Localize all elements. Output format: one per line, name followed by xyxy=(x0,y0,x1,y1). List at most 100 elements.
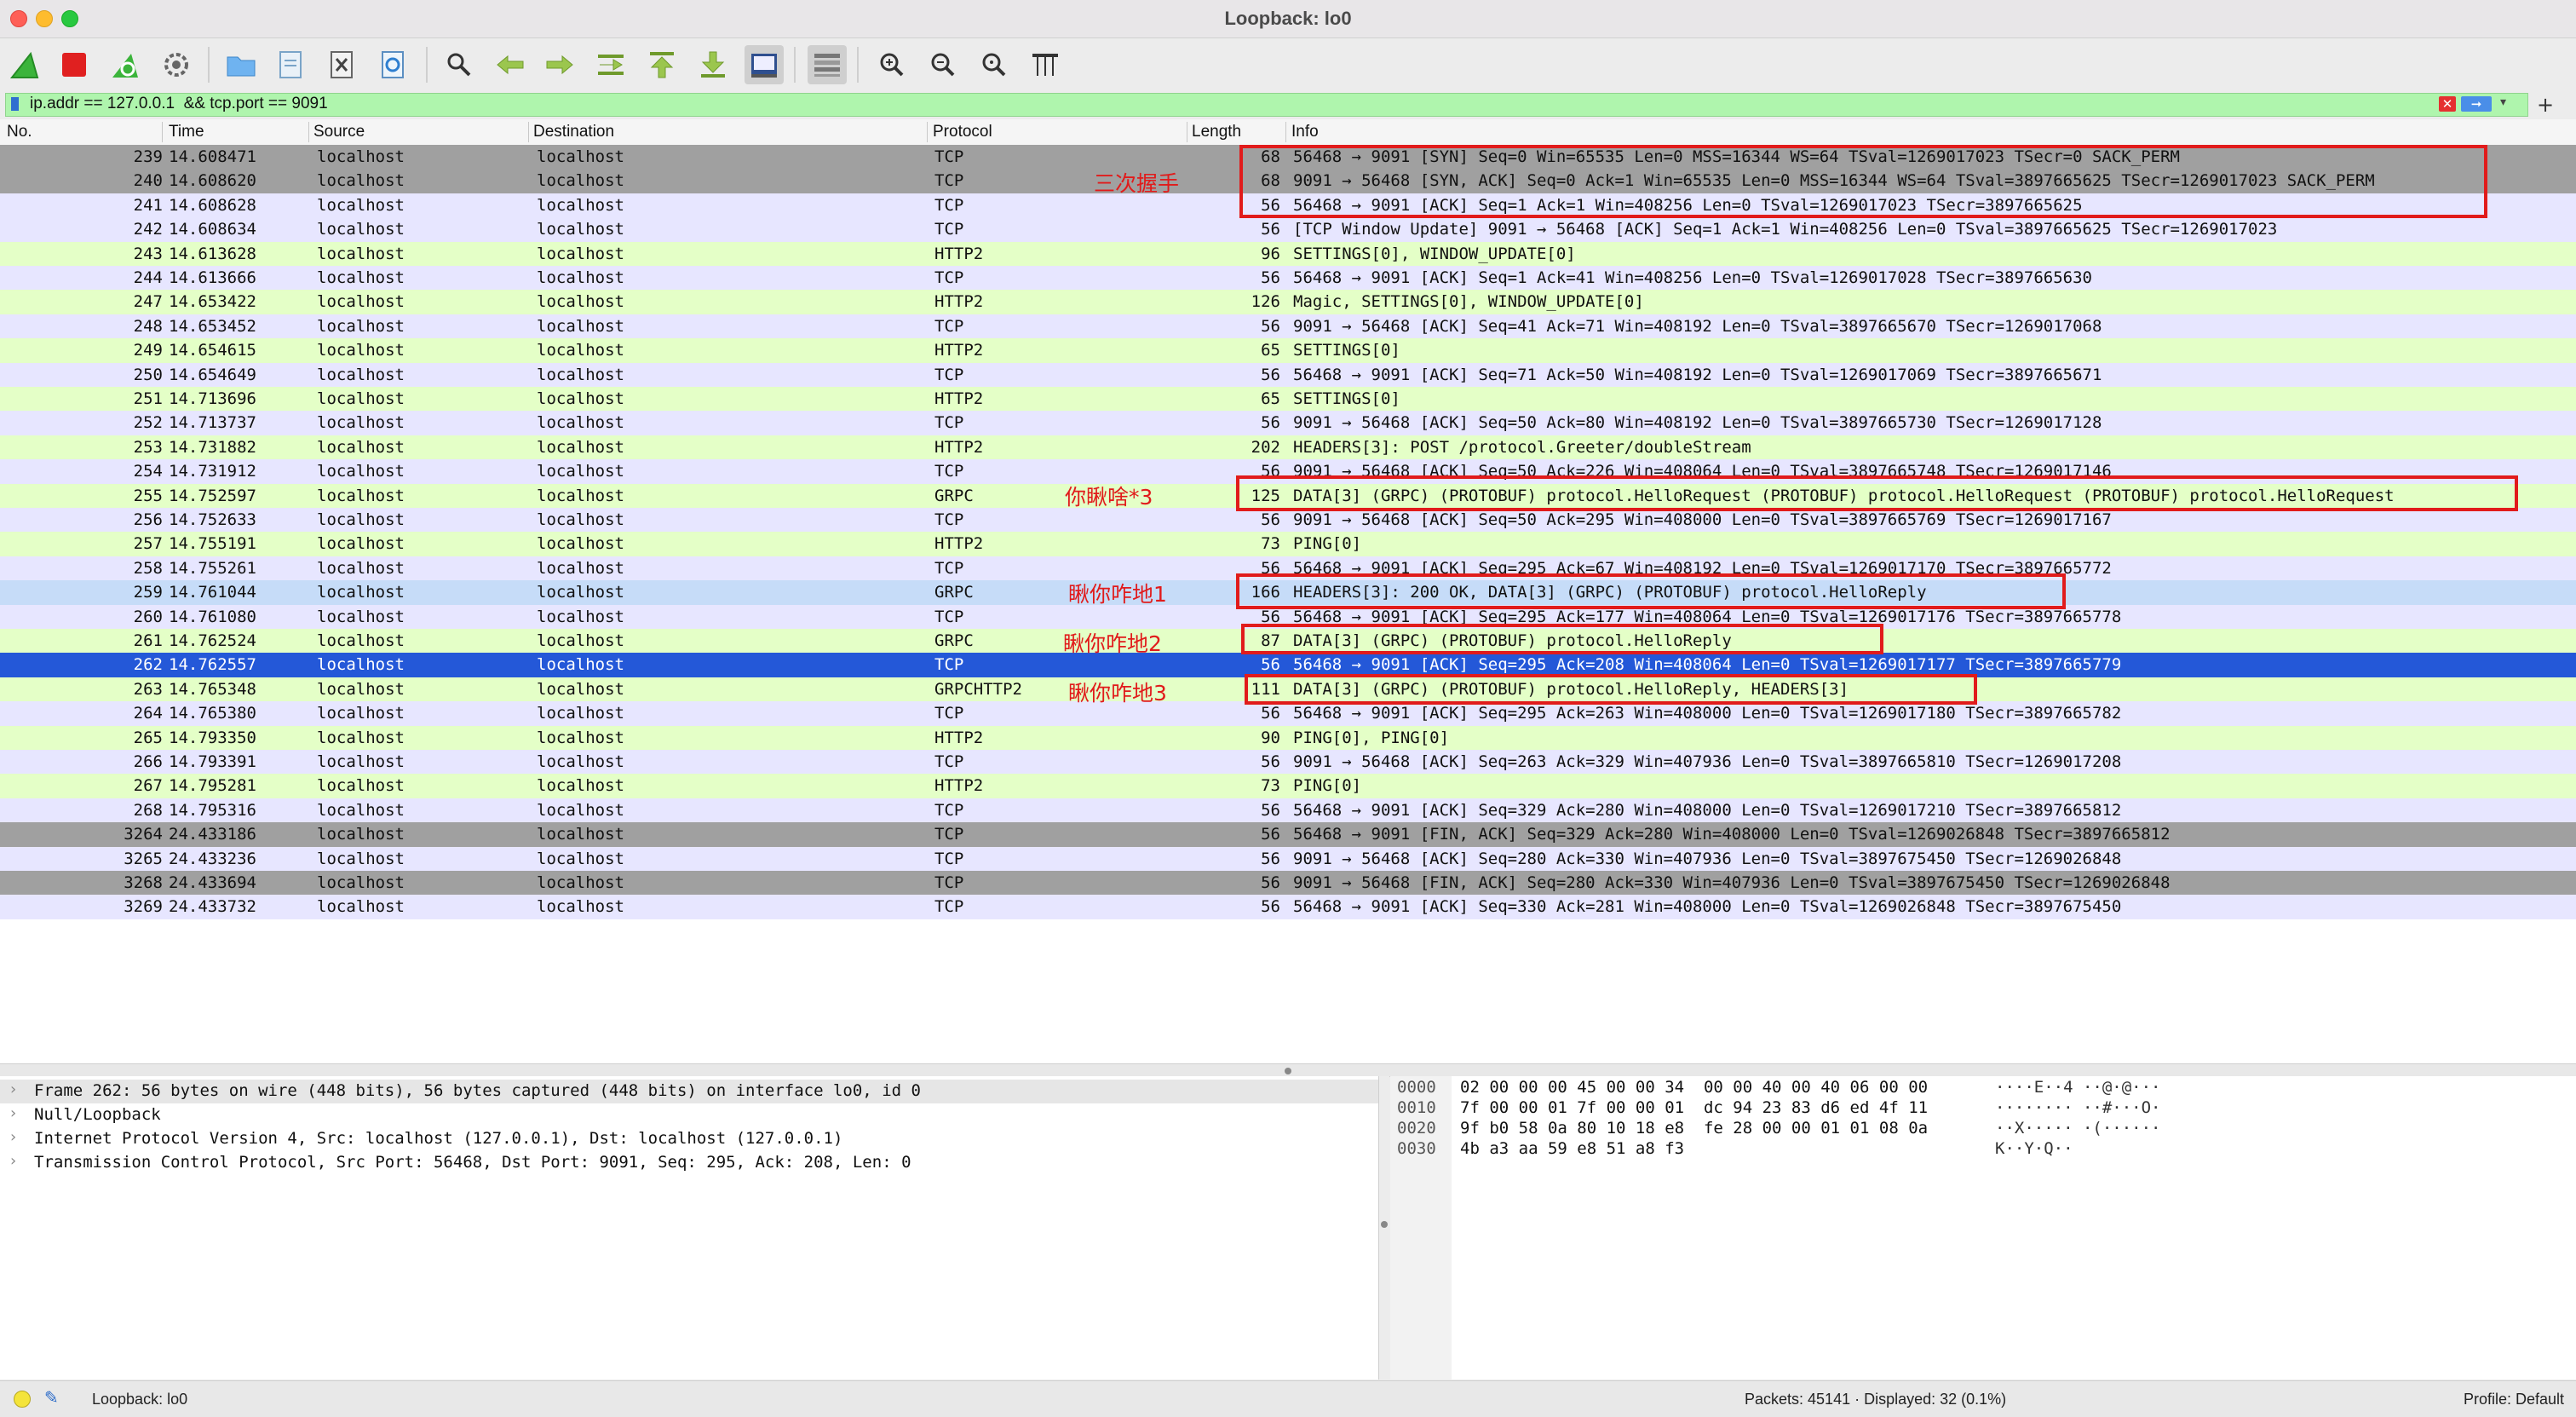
go-first-icon[interactable] xyxy=(642,45,681,84)
cell-src: localhost xyxy=(317,510,405,529)
go-last-icon[interactable] xyxy=(693,45,733,84)
detail-row-ipv4[interactable]: › Internet Protocol Version 4, Src: loca… xyxy=(0,1127,1378,1151)
chevron-down-icon[interactable]: ▾ xyxy=(2500,95,2506,109)
splitter-handle[interactable] xyxy=(1285,1068,1291,1074)
packet-bytes-pane[interactable]: 0000 02 00 00 00 45 00 00 34 00 00 40 00… xyxy=(1390,1076,2576,1380)
column-header-destination[interactable]: Destination xyxy=(533,123,614,141)
packet-row[interactable]: 247 14.653422 localhost localhost HTTP2 126 Ma… xyxy=(0,290,2576,314)
packet-details-pane[interactable]: › Frame 262: 56 bytes on wire (448 bits)… xyxy=(0,1076,1379,1380)
column-divider[interactable] xyxy=(927,122,928,142)
packet-row[interactable]: 267 14.795281 localhost localhost HTTP2 73 PIN… xyxy=(0,774,2576,798)
zoom-normal-icon[interactable] xyxy=(975,45,1014,84)
capture-options-icon[interactable] xyxy=(157,45,196,84)
cell-proto: TCP xyxy=(934,607,964,626)
open-file-icon[interactable] xyxy=(221,45,261,84)
zoom-in-icon[interactable] xyxy=(872,45,911,84)
close-file-icon[interactable] xyxy=(322,45,361,84)
cell-src: localhost xyxy=(317,631,405,650)
find-packet-icon[interactable] xyxy=(440,45,479,84)
column-header-time[interactable]: Time xyxy=(169,123,204,141)
chevron-right-icon[interactable]: › xyxy=(10,1128,16,1146)
reply2-annotation: 瞅你咋地2 xyxy=(1063,631,1162,656)
cell-proto: TCP xyxy=(934,873,964,892)
cell-proto: HTTP2 xyxy=(934,244,984,263)
packet-row[interactable]: 243 14.613628 localhost localhost HTTP2 96 SET… xyxy=(0,241,2576,266)
column-header-no[interactable]: No. xyxy=(7,123,32,141)
add-filter-button-icon[interactable]: + xyxy=(2537,93,2554,117)
packet-row[interactable]: 3268 24.433694 localhost localhost TCP 56 9091… xyxy=(0,871,2576,896)
restart-capture-icon[interactable] xyxy=(106,45,145,84)
packet-row[interactable]: 250 14.654649 localhost localhost TCP 56 56468… xyxy=(0,362,2576,387)
reload-file-icon[interactable] xyxy=(373,45,412,84)
shark-fin-start-icon[interactable] xyxy=(5,45,44,84)
packet-row[interactable]: 3264 24.433186 localhost localhost TCP 56 5646… xyxy=(0,822,2576,847)
packet-row[interactable]: 244 14.613666 localhost localhost TCP 56 56468… xyxy=(0,266,2576,291)
pane-splitter[interactable] xyxy=(0,1063,2576,1077)
packet-row[interactable]: 242 14.608634 localhost localhost TCP 56 [TCP … xyxy=(0,217,2576,242)
colorize-icon[interactable] xyxy=(808,45,847,84)
column-header-source[interactable]: Source xyxy=(313,123,365,141)
zoom-out-icon[interactable] xyxy=(923,45,963,84)
packet-row[interactable]: 249 14.654615 localhost localhost HTTP2 65 SET… xyxy=(0,338,2576,363)
display-filter-field[interactable]: ✕ ➞ ▾ xyxy=(5,93,2528,117)
bookmark-icon[interactable] xyxy=(11,97,19,111)
packet-row[interactable]: 248 14.653452 localhost localhost TCP 56 9091 … xyxy=(0,314,2576,339)
chevron-right-icon[interactable]: › xyxy=(10,1152,16,1170)
packet-list[interactable]: No. Time Source Destination Protocol Len… xyxy=(0,119,2576,1063)
column-divider[interactable] xyxy=(1285,122,1286,142)
packet-row[interactable]: 257 14.755191 localhost localhost HTTP2 73 PIN… xyxy=(0,532,2576,556)
cell-no: 242 xyxy=(133,220,163,239)
status-packet-count: Packets: 45141 · Displayed: 32 (0.1%) xyxy=(1745,1391,2007,1408)
cell-len: 56 xyxy=(1261,268,1280,287)
packet-row[interactable]: 266 14.793391 localhost localhost TCP 56 9091 … xyxy=(0,750,2576,775)
hex-line: 0010 7f 00 00 01 7f 00 00 01 dc 94 23 83… xyxy=(1397,1098,2161,1117)
packet-row[interactable]: 253 14.731882 localhost localhost HTTP2 202 HE… xyxy=(0,435,2576,460)
packet-row[interactable]: 265 14.793350 localhost localhost HTTP2 90 PIN… xyxy=(0,725,2576,750)
expert-info-led-icon[interactable] xyxy=(14,1391,31,1408)
packet-row[interactable]: 256 14.752633 localhost localhost TCP 56 9091 … xyxy=(0,508,2576,533)
go-back-icon[interactable] xyxy=(491,45,530,84)
edit-comment-icon[interactable]: ✎ xyxy=(44,1387,59,1408)
cell-dst: localhost xyxy=(537,171,624,191)
resize-columns-icon[interactable] xyxy=(1026,45,1065,84)
detail-row-null-loopback[interactable]: › Null/Loopback xyxy=(0,1103,1378,1127)
column-header-length[interactable]: Length xyxy=(1192,123,1241,141)
column-divider[interactable] xyxy=(308,122,309,142)
column-divider[interactable] xyxy=(162,122,163,142)
go-forward-icon[interactable] xyxy=(540,45,579,84)
cell-no: 254 xyxy=(133,462,163,481)
cell-no: 3265 xyxy=(124,849,163,868)
cell-time: 14.755191 xyxy=(169,534,256,554)
column-divider[interactable] xyxy=(528,122,529,142)
cell-info: Magic, SETTINGS[0], WINDOW_UPDATE[0] xyxy=(1293,292,1644,312)
apply-filter-icon[interactable]: ➞ xyxy=(2461,96,2492,112)
file-save-icon[interactable] xyxy=(271,45,310,84)
chevron-right-icon[interactable]: › xyxy=(10,1080,16,1098)
packet-row[interactable]: 251 14.713696 localhost localhost HTTP2 65 SET… xyxy=(0,387,2576,412)
column-header-protocol[interactable]: Protocol xyxy=(933,123,992,141)
packet-row[interactable]: 264 14.765380 localhost localhost TCP 56 56468… xyxy=(0,701,2576,726)
column-header-info[interactable]: Info xyxy=(1291,123,1319,141)
cell-info: [TCP Window Update] 9091 → 56468 [ACK] S… xyxy=(1293,220,2278,239)
toolbar-separator xyxy=(794,47,796,83)
vertical-pane-splitter[interactable] xyxy=(1379,1076,1389,1380)
stop-capture-icon[interactable] xyxy=(55,45,94,84)
go-to-packet-icon[interactable] xyxy=(591,45,630,84)
detail-row-tcp[interactable]: › Transmission Control Protocol, Src Por… xyxy=(0,1151,1378,1175)
display-filter-input[interactable] xyxy=(30,94,2441,114)
chevron-right-icon[interactable]: › xyxy=(10,1104,16,1122)
status-profile[interactable]: Profile: Default xyxy=(2464,1391,2564,1408)
detail-row-frame[interactable]: › Frame 262: 56 bytes on wire (448 bits)… xyxy=(0,1080,1378,1103)
status-bar: ✎ Loopback: lo0 Packets: 45141 · Display… xyxy=(0,1380,2576,1417)
cell-dst: localhost xyxy=(537,897,624,917)
cell-info: SETTINGS[0], WINDOW_UPDATE[0] xyxy=(1293,244,1576,263)
cell-proto: TCP xyxy=(934,897,964,917)
clear-filter-icon[interactable]: ✕ xyxy=(2439,96,2456,112)
packet-row[interactable]: 3265 24.433236 localhost localhost TCP 56 9091… xyxy=(0,846,2576,871)
packet-row[interactable]: 3269 24.433732 localhost localhost TCP 56 5646… xyxy=(0,895,2576,919)
packet-row[interactable]: 268 14.795316 localhost localhost TCP 56 56468… xyxy=(0,798,2576,823)
autoscroll-icon[interactable] xyxy=(745,45,784,84)
cell-dst: localhost xyxy=(537,631,624,650)
packet-row[interactable]: 252 14.713737 localhost localhost TCP 56 9091 … xyxy=(0,411,2576,435)
splitter-handle[interactable] xyxy=(1381,1221,1388,1228)
